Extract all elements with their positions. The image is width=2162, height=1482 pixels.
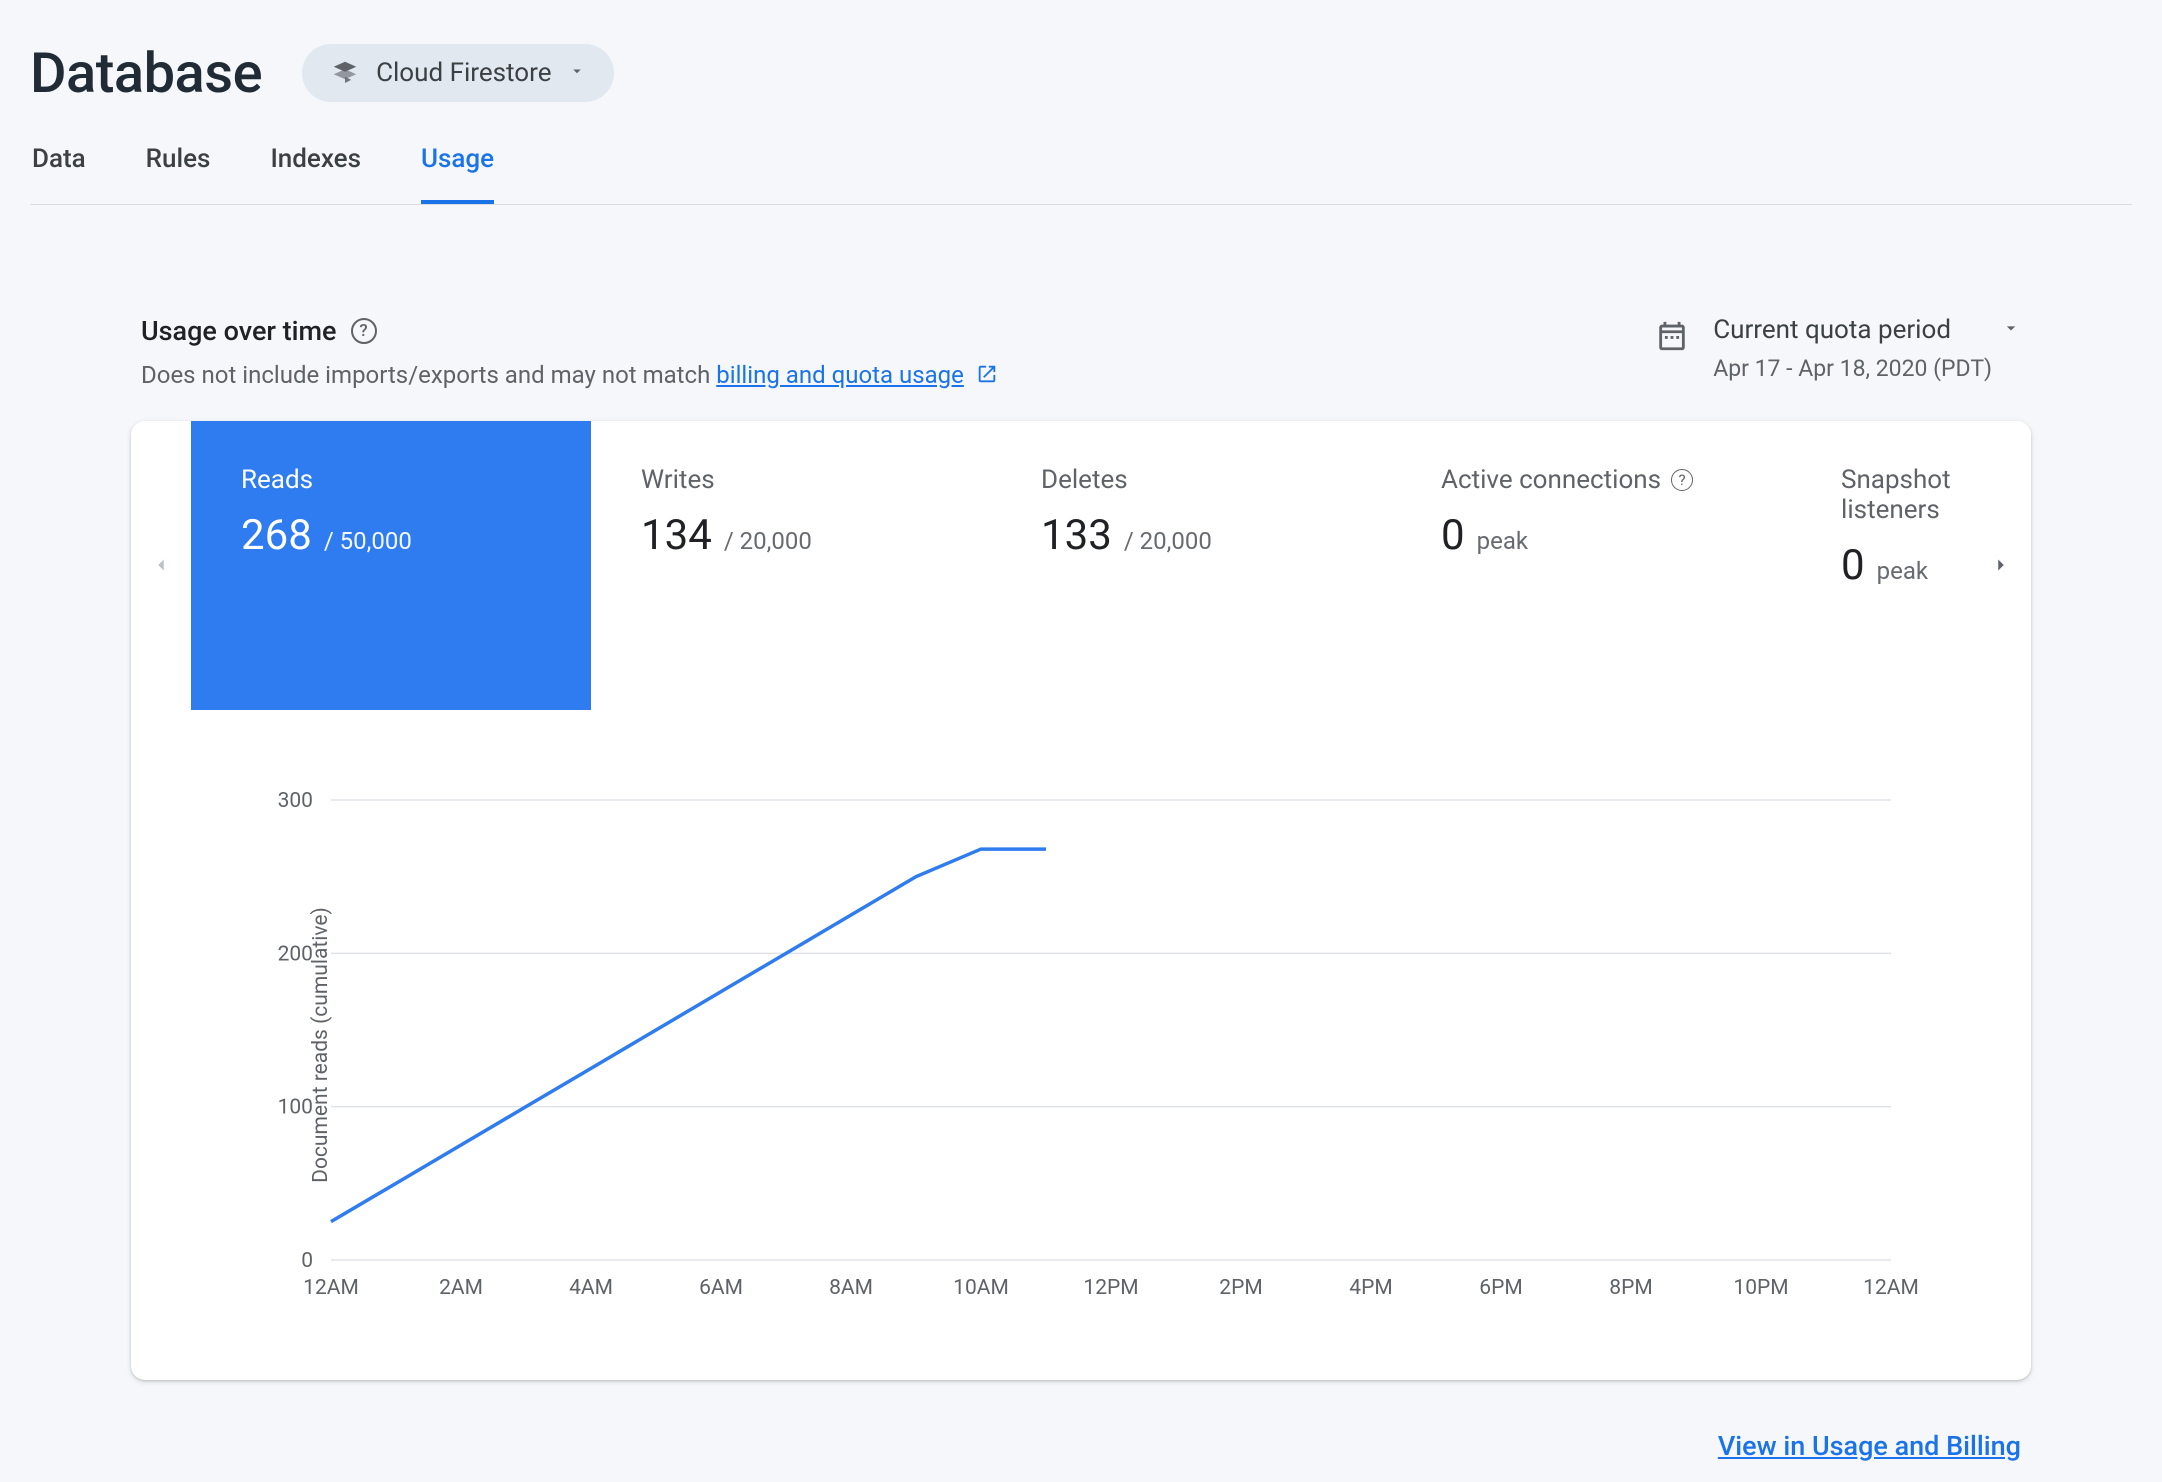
svg-text:200: 200 (278, 942, 313, 966)
tabs: Data Rules Indexes Usage (30, 136, 2132, 205)
metric-snapshot-listeners-title: Snapshot listeners (1841, 465, 1951, 525)
usage-card: Reads 268 / 50,000 Writes 134 / 20,000 (131, 421, 2031, 1380)
usage-over-time-title: Usage over time (141, 315, 337, 347)
svg-text:2AM: 2AM (439, 1276, 483, 1300)
tab-indexes[interactable]: Indexes (270, 136, 361, 204)
metric-active-connections[interactable]: Active connections ? 0 peak (1391, 421, 1791, 710)
chart-svg: 0 100 200 300 12AM 2AM 4AM 6AM 8AM 10AM 12PM 2PM 4PM… (241, 790, 1911, 1310)
help-icon[interactable]: ? (351, 318, 377, 344)
help-icon[interactable]: ? (1671, 469, 1693, 491)
chevron-down-icon (2001, 318, 2021, 342)
metric-active-connections-title: Active connections (1441, 465, 1661, 495)
firestore-icon (330, 58, 360, 88)
svg-text:8PM: 8PM (1609, 1276, 1652, 1300)
chevron-down-icon (568, 62, 586, 84)
metric-writes-title: Writes (641, 465, 715, 495)
quota-period-range: Apr 17 - Apr 18, 2020 (PDT) (1713, 355, 2021, 382)
chart: Document reads (cumulative) 0 100 200 300 12… (131, 710, 2031, 1380)
svg-text:6AM: 6AM (699, 1276, 743, 1300)
quota-period-selector[interactable]: Current quota period Apr 17 - Apr 18, 20… (1713, 315, 2021, 382)
svg-text:10PM: 10PM (1733, 1276, 1788, 1300)
svg-text:8AM: 8AM (829, 1276, 873, 1300)
svg-text:12PM: 12PM (1083, 1276, 1138, 1300)
scroll-right-button[interactable] (1971, 421, 2031, 710)
metric-writes-limit: / 20,000 (724, 527, 812, 555)
tab-data[interactable]: Data (32, 136, 86, 204)
svg-text:4PM: 4PM (1349, 1276, 1392, 1300)
page-title: Database (30, 40, 262, 106)
metric-reads[interactable]: Reads 268 / 50,000 (191, 421, 591, 710)
svg-text:300: 300 (278, 789, 313, 813)
metric-active-connections-suffix: peak (1477, 527, 1528, 555)
metric-reads-value: 268 (241, 511, 312, 560)
metric-reads-limit: / 50,000 (324, 527, 412, 555)
svg-text:6PM: 6PM (1479, 1276, 1522, 1300)
svg-text:10AM: 10AM (953, 1276, 1009, 1300)
svg-text:2PM: 2PM (1219, 1276, 1262, 1300)
billing-quota-link[interactable]: billing and quota usage (716, 361, 964, 389)
database-selector-label: Cloud Firestore (376, 58, 551, 88)
svg-text:100: 100 (278, 1095, 313, 1119)
svg-text:4AM: 4AM (569, 1276, 613, 1300)
tab-rules[interactable]: Rules (146, 136, 211, 204)
metric-writes[interactable]: Writes 134 / 20,000 (591, 421, 991, 710)
svg-text:12AM: 12AM (1863, 1276, 1919, 1300)
chart-y-axis-label: Document reads (cumulative) (309, 907, 333, 1183)
database-selector[interactable]: Cloud Firestore (302, 44, 613, 102)
metric-snapshot-listeners-value: 0 (1841, 541, 1865, 590)
quota-period-label: Current quota period (1713, 315, 1951, 345)
svg-text:12AM: 12AM (303, 1276, 359, 1300)
metric-reads-title: Reads (241, 465, 313, 495)
metric-active-connections-value: 0 (1441, 511, 1465, 560)
scroll-left-button[interactable] (131, 421, 191, 710)
usage-subtitle: Does not include imports/exports and may… (141, 361, 998, 391)
metric-deletes-value: 133 (1041, 511, 1112, 560)
metric-deletes[interactable]: Deletes 133 / 20,000 (991, 421, 1391, 710)
metric-deletes-title: Deletes (1041, 465, 1128, 495)
svg-text:0: 0 (301, 1249, 313, 1273)
metric-snapshot-listeners[interactable]: Snapshot listeners 0 peak (1791, 421, 1971, 710)
metric-snapshot-listeners-suffix: peak (1877, 557, 1928, 585)
calendar-icon (1655, 319, 1689, 357)
tab-usage[interactable]: Usage (421, 136, 494, 204)
external-link-icon (976, 363, 998, 391)
view-usage-billing-link[interactable]: View in Usage and Billing (1718, 1430, 2021, 1462)
metric-deletes-limit: / 20,000 (1124, 527, 1212, 555)
metric-writes-value: 134 (641, 511, 712, 560)
